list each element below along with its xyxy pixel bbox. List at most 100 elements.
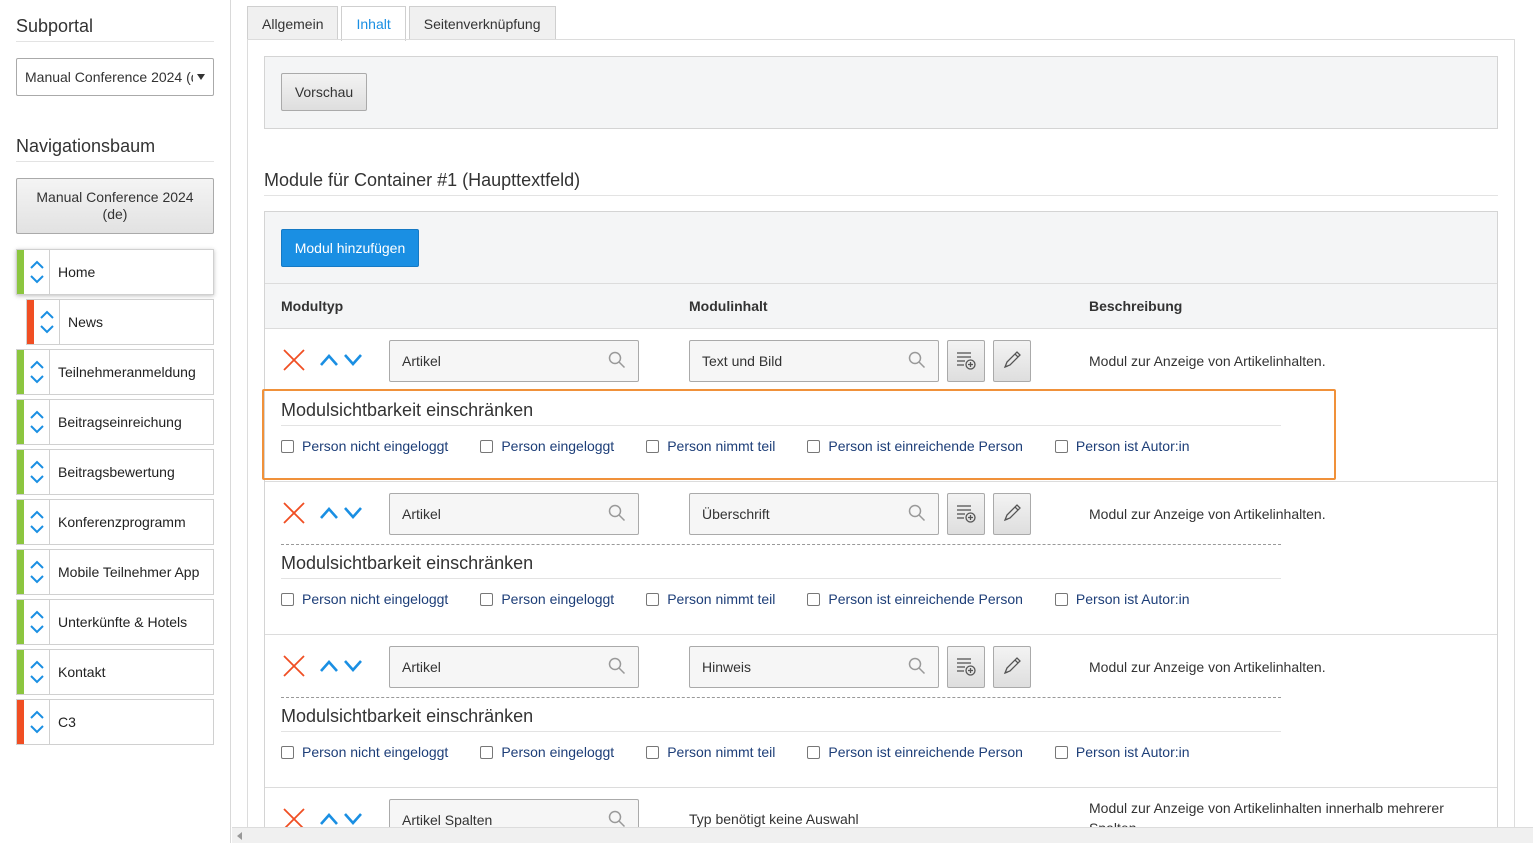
chevron-down-icon[interactable]: [29, 675, 44, 684]
add-content-button[interactable]: [947, 493, 985, 535]
chevron-up-icon[interactable]: [29, 660, 44, 669]
preview-button[interactable]: Vorschau: [281, 73, 367, 111]
nav-item-1[interactable]: News: [26, 299, 214, 345]
main-content: Allgemein Inhalt Seitenverknüpfung Vorsc…: [232, 0, 1533, 843]
module-content-field[interactable]: Überschrift: [689, 493, 939, 535]
visibility-option[interactable]: Person nimmt teil: [646, 438, 775, 454]
search-icon[interactable]: [908, 351, 926, 372]
checkbox[interactable]: [646, 592, 660, 606]
visibility-option[interactable]: Person eingeloggt: [480, 438, 614, 454]
edit-content-button[interactable]: [993, 340, 1031, 382]
visibility-option[interactable]: Person eingeloggt: [480, 591, 614, 607]
module-content-field[interactable]: Text und Bild: [689, 340, 939, 382]
chevron-up-icon[interactable]: [29, 410, 44, 419]
chevron-down-icon[interactable]: [29, 425, 44, 434]
nav-item-6[interactable]: Mobile Teilnehmer App: [16, 549, 214, 595]
nav-item-5[interactable]: Konferenzprogramm: [16, 499, 214, 545]
move-down-icon[interactable]: [344, 812, 362, 825]
subportal-select[interactable]: Manual Conference 2024 (de): [16, 58, 214, 96]
nav-item-3[interactable]: Beitragseinreichung: [16, 399, 214, 445]
tab-allgemein[interactable]: Allgemein: [247, 6, 339, 40]
visibility-option[interactable]: Person ist Autor:in: [1054, 438, 1190, 454]
horizontal-scrollbar[interactable]: [232, 827, 1533, 843]
visibility-option[interactable]: Person nicht eingeloggt: [281, 744, 448, 760]
visibility-option[interactable]: Person nimmt teil: [646, 744, 775, 760]
visibility-option[interactable]: Person ist Autor:in: [1054, 744, 1190, 760]
chevron-down-icon[interactable]: [29, 525, 44, 534]
visibility-option[interactable]: Person ist einreichende Person: [807, 744, 1023, 760]
move-up-icon[interactable]: [320, 353, 338, 366]
module-type-field[interactable]: Artikel: [389, 646, 639, 688]
chevron-up-icon[interactable]: [29, 710, 44, 719]
checkbox[interactable]: [807, 592, 821, 606]
chevron-up-icon[interactable]: [29, 560, 44, 569]
delete-icon[interactable]: [282, 654, 306, 678]
move-up-icon[interactable]: [320, 506, 338, 519]
add-content-button[interactable]: [947, 646, 985, 688]
delete-icon[interactable]: [282, 348, 306, 372]
nav-item-8[interactable]: Kontakt: [16, 649, 214, 695]
search-icon[interactable]: [908, 657, 926, 678]
chevron-up-icon[interactable]: [39, 310, 54, 319]
checkbox[interactable]: [480, 439, 494, 453]
visibility-option[interactable]: Person nicht eingeloggt: [281, 591, 448, 607]
chevron-down-icon[interactable]: [29, 625, 44, 634]
chevron-down-icon[interactable]: [39, 325, 54, 334]
scroll-left-icon[interactable]: [237, 832, 242, 840]
visibility-option[interactable]: Person ist einreichende Person: [807, 591, 1023, 607]
checkbox[interactable]: [1054, 439, 1068, 453]
search-icon[interactable]: [908, 504, 926, 525]
module-type-field[interactable]: Artikel: [389, 493, 639, 535]
chevron-up-icon[interactable]: [29, 360, 44, 369]
search-icon[interactable]: [608, 351, 626, 372]
chevron-down-icon: [197, 74, 205, 80]
visibility-option[interactable]: Person ist Autor:in: [1054, 591, 1190, 607]
checkbox[interactable]: [807, 745, 821, 759]
tab-seitenverknuepfung[interactable]: Seitenverknüpfung: [408, 6, 556, 40]
checkbox[interactable]: [807, 439, 821, 453]
visibility-option[interactable]: Person eingeloggt: [480, 744, 614, 760]
checkbox[interactable]: [646, 745, 660, 759]
delete-icon[interactable]: [282, 501, 306, 525]
checkbox[interactable]: [281, 592, 294, 606]
nav-root-button[interactable]: Manual Conference 2024 (de): [16, 178, 214, 234]
visibility-option[interactable]: Person nimmt teil: [646, 591, 775, 607]
checkbox[interactable]: [281, 439, 294, 453]
move-down-icon[interactable]: [344, 353, 362, 366]
chevron-down-icon[interactable]: [29, 275, 44, 284]
checkbox[interactable]: [646, 439, 660, 453]
chevron-up-icon[interactable]: [29, 260, 44, 269]
tab-inhalt[interactable]: Inhalt: [341, 6, 406, 41]
edit-content-button[interactable]: [993, 493, 1031, 535]
move-up-icon[interactable]: [320, 659, 338, 672]
checkbox[interactable]: [1054, 745, 1068, 759]
checkbox[interactable]: [480, 745, 494, 759]
chevron-up-icon[interactable]: [29, 610, 44, 619]
add-module-button[interactable]: Modul hinzufügen: [281, 229, 419, 267]
nav-item-7[interactable]: Unterkünfte & Hotels: [16, 599, 214, 645]
module-type-field[interactable]: Artikel: [389, 340, 639, 382]
chevron-down-icon[interactable]: [29, 575, 44, 584]
edit-content-button[interactable]: [993, 646, 1031, 688]
add-content-button[interactable]: [947, 340, 985, 382]
chevron-down-icon[interactable]: [29, 475, 44, 484]
checkbox[interactable]: [480, 592, 494, 606]
nav-item-4[interactable]: Beitragsbewertung: [16, 449, 214, 495]
chevron-up-icon[interactable]: [29, 510, 44, 519]
checkbox[interactable]: [1054, 592, 1068, 606]
move-up-icon[interactable]: [320, 812, 338, 825]
search-icon[interactable]: [608, 657, 626, 678]
move-down-icon[interactable]: [344, 506, 362, 519]
chevron-down-icon[interactable]: [29, 375, 44, 384]
move-down-icon[interactable]: [344, 659, 362, 672]
nav-item-9[interactable]: C3: [16, 699, 214, 745]
visibility-option[interactable]: Person ist einreichende Person: [807, 438, 1023, 454]
nav-item-2[interactable]: Teilnehmeranmeldung: [16, 349, 214, 395]
search-icon[interactable]: [608, 504, 626, 525]
module-content-field[interactable]: Hinweis: [689, 646, 939, 688]
visibility-option[interactable]: Person nicht eingeloggt: [281, 438, 448, 454]
chevron-up-icon[interactable]: [29, 460, 44, 469]
checkbox[interactable]: [281, 745, 294, 759]
nav-item-0[interactable]: Home: [16, 249, 214, 295]
chevron-down-icon[interactable]: [29, 725, 44, 734]
